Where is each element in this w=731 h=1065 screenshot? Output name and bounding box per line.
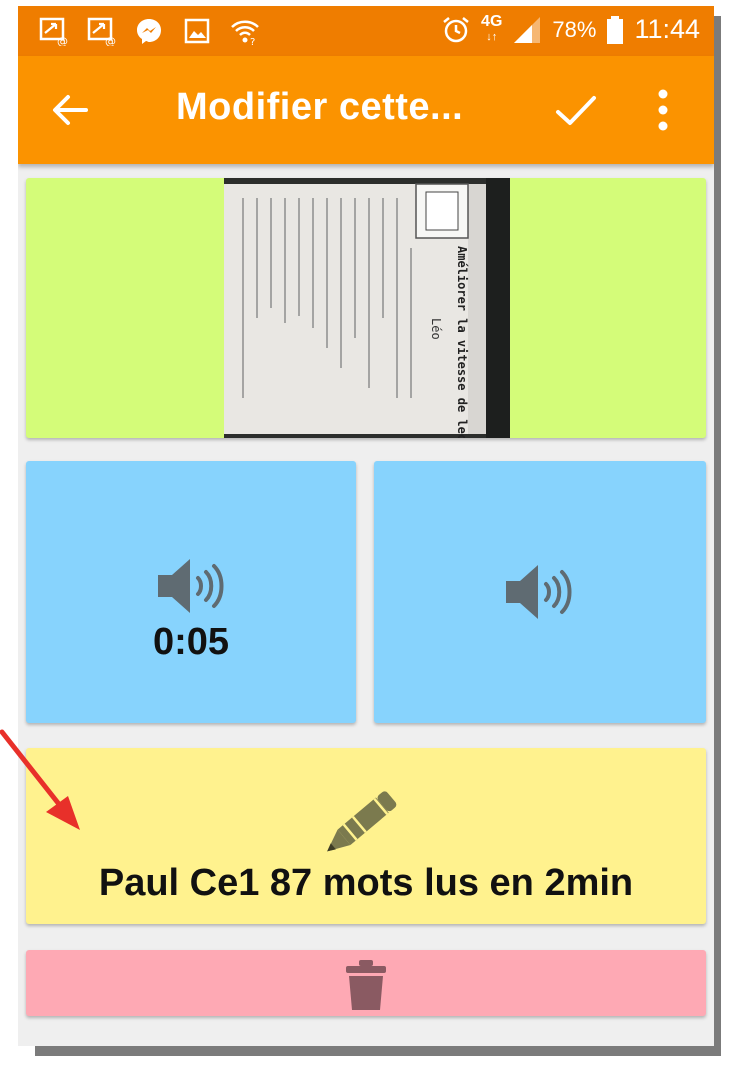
back-arrow-icon[interactable]	[50, 90, 90, 130]
alarm-icon	[443, 16, 469, 42]
network-type: 4G ↓↑	[481, 13, 503, 44]
notification-icons: @ @ ?	[38, 16, 260, 46]
signal-icon	[514, 16, 541, 43]
svg-text:@: @	[57, 35, 68, 46]
text-note-card[interactable]: Paul Ce1 87 mots lus en 2min	[26, 748, 706, 924]
svg-text:?: ?	[250, 37, 255, 46]
annotation-arrow-icon	[0, 729, 80, 830]
phone-screen: @ @ ? 4G ↓↑ 78% 11:44 Modifier cette... …	[18, 6, 714, 1046]
delete-card[interactable]	[26, 950, 706, 1016]
speaker-icon[interactable]	[152, 553, 230, 619]
image-card[interactable]: Léo Améliorer la vitesse de lecture	[26, 178, 706, 438]
status-bar: @ @ ? 4G ↓↑ 78% 11:44	[18, 6, 714, 56]
missed-email-icon: @	[39, 17, 68, 46]
speaker-icon[interactable]	[500, 559, 578, 625]
document-photo: Léo Améliorer la vitesse de lecture	[224, 178, 510, 438]
clock: 11:44	[634, 14, 700, 44]
trash-icon[interactable]	[344, 960, 388, 1012]
missed-email-icon-2: @	[87, 17, 116, 46]
gallery-icon	[184, 18, 210, 44]
audio-duration: 0:05	[152, 621, 230, 663]
battery-percent: 78%	[552, 16, 597, 42]
pencil-icon[interactable]	[322, 776, 412, 860]
more-options-icon[interactable]	[648, 86, 678, 134]
app-bar: Modifier cette...	[18, 56, 714, 164]
audio-card-1[interactable]: 0:05	[26, 461, 356, 723]
note-text: Paul Ce1 87 mots lus en 2min	[98, 862, 634, 904]
battery-icon	[607, 15, 624, 44]
confirm-check-icon[interactable]	[554, 90, 598, 130]
audio-card-2[interactable]	[374, 461, 706, 723]
photo-doc-title: Améliorer la vitesse de lecture	[455, 246, 469, 438]
page-title: Modifier cette...	[176, 86, 464, 128]
photo-doc-name: Léo	[429, 318, 443, 340]
messenger-icon	[137, 19, 161, 44]
status-right: 4G ↓↑ 78% 11:44	[441, 14, 700, 45]
wifi-icon: ?	[231, 20, 259, 46]
attached-photo[interactable]: Léo Améliorer la vitesse de lecture	[224, 178, 510, 438]
svg-text:@: @	[105, 35, 116, 46]
